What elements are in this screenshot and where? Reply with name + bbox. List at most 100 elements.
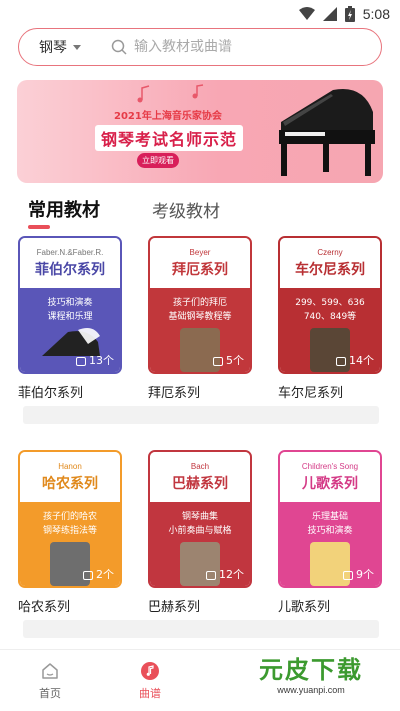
book-desc-line: 299、599、636 [295, 298, 365, 308]
book-cn-title: 儿歌系列 [302, 476, 358, 492]
book-en-title: Beyer [189, 248, 211, 257]
shelf [23, 406, 379, 424]
shelf [23, 620, 379, 638]
book-cover-bottom: 孩子们的拜厄 基础钢琴教程等 5个 [150, 288, 250, 372]
music-notes-icon [137, 84, 204, 103]
book-count-value: 2个 [96, 568, 114, 581]
book-cover-bottom: 乐理基础 技巧和演奏 9个 [280, 502, 380, 586]
book-card-title: 菲伯尔系列 [18, 386, 84, 401]
nav-home-label: 首页 [39, 686, 61, 700]
book-cover: Czerny 车尔尼系列 299、599、636 740、849等 14个 [278, 236, 382, 374]
book-card-beyer[interactable]: Beyer 拜厄系列 孩子们的拜厄 基础钢琴教程等 5个 拜厄系列 [148, 236, 252, 401]
book-row: Hanon 哈农系列 孩子们的哈农 钢琴练指法等 2个 哈农系列 Bach 巴赫… [18, 450, 384, 664]
nav-sheet-music-label: 曲谱 [139, 686, 161, 700]
book-cover: Beyer 拜厄系列 孩子们的拜厄 基础钢琴教程等 5个 [148, 236, 252, 374]
banner-tag: 立即观看 [137, 153, 179, 168]
book-desc-line: 基础钢琴教程等 [168, 312, 232, 322]
book-cover-top: Beyer 拜厄系列 [150, 238, 250, 288]
book-desc-line: 740、849等 [303, 312, 357, 322]
book-card-faber[interactable]: Faber.N.&Faber.R. 菲伯尔系列 技巧和演奏 课程和乐理 13个 … [18, 236, 122, 401]
book-card-title: 车尔尼系列 [278, 386, 344, 401]
book-cover-top: Bach 巴赫系列 [150, 452, 250, 502]
book-desc-line: 小前奏曲与赋格 [168, 526, 232, 536]
watermark-main: 元皮下载 [259, 656, 363, 684]
book-cover: Bach 巴赫系列 钢琴曲集 小前奏曲与赋格 12个 [148, 450, 252, 588]
search-input[interactable] [134, 39, 354, 55]
book-card-bach[interactable]: Bach 巴赫系列 钢琴曲集 小前奏曲与赋格 12个 巴赫系列 [148, 450, 252, 615]
book-count-value: 9个 [356, 568, 374, 581]
book-icon [343, 570, 353, 580]
book-grid: Faber.N.&Faber.R. 菲伯尔系列 技巧和演奏 课程和乐理 13个 … [18, 236, 384, 664]
book-count: 14个 [336, 354, 374, 368]
tab-grade[interactable]: 考级教材 [152, 197, 220, 222]
music-note-icon [141, 661, 159, 680]
search-icon [111, 39, 127, 55]
promo-banner[interactable]: 2021年上海音乐家协会 钢琴考试名师示范 立即观看 [17, 80, 383, 183]
book-count: 12个 [206, 568, 244, 582]
book-cover: Children's Song 儿歌系列 乐理基础 技巧和演奏 9个 [278, 450, 382, 588]
book-cover-bottom: 299、599、636 740、849等 14个 [280, 288, 380, 372]
book-count: 13个 [76, 354, 114, 368]
book-cover-bottom: 钢琴曲集 小前奏曲与赋格 12个 [150, 502, 250, 586]
book-desc-line: 技巧和演奏 [307, 526, 353, 536]
book-desc-line: 钢琴曲集 [181, 512, 218, 522]
banner-title: 钢琴考试名师示范 [95, 125, 244, 151]
book-desc-line: 孩子们的哈农 [42, 512, 97, 522]
book-cover-top: Faber.N.&Faber.R. 菲伯尔系列 [20, 238, 120, 288]
book-en-title: Children's Song [301, 462, 359, 471]
category-selector[interactable]: 钢琴 [19, 37, 111, 57]
book-card-czerny[interactable]: Czerny 车尔尼系列 299、599、636 740、849等 14个 车尔… [278, 236, 382, 401]
book-cn-title: 拜厄系列 [172, 262, 228, 278]
book-icon [76, 356, 86, 366]
watermark-logo: 元皮下载 www.yuanpi.com [236, 655, 386, 701]
category-label: 钢琴 [39, 40, 67, 56]
book-cover-top: Hanon 哈农系列 [20, 452, 120, 502]
book-card-title: 拜厄系列 [148, 386, 201, 401]
watermark-url: www.yuanpi.com [277, 685, 345, 695]
tab-common[interactable]: 常用教材 [28, 196, 100, 222]
book-row: Faber.N.&Faber.R. 菲伯尔系列 技巧和演奏 课程和乐理 13个 … [18, 236, 384, 450]
page: 5:08 钢琴 2021年上海音乐家协会 钢琴考试名师示范 立即观看 常用教 [0, 0, 400, 711]
book-desc-line: 技巧和演奏 [47, 298, 93, 308]
book-cover-top: Czerny 车尔尼系列 [280, 238, 380, 288]
book-cover: Faber.N.&Faber.R. 菲伯尔系列 技巧和演奏 课程和乐理 13个 [18, 236, 122, 374]
book-icon [336, 356, 346, 366]
nav-home[interactable]: 首页 [0, 650, 100, 711]
category-tabs: 常用教材 考级教材 [28, 196, 220, 222]
book-cover: Hanon 哈农系列 孩子们的哈农 钢琴练指法等 2个 [18, 450, 122, 588]
book-en-title: Hanon [58, 462, 82, 471]
book-desc-line: 孩子们的拜厄 [172, 298, 227, 308]
book-cover-top: Children's Song 儿歌系列 [280, 452, 380, 502]
book-card-title: 哈农系列 [18, 600, 71, 615]
book-cover-bottom: 孩子们的哈农 钢琴练指法等 2个 [20, 502, 120, 586]
book-cn-title: 菲伯尔系列 [35, 262, 105, 278]
book-card-hanon[interactable]: Hanon 哈农系列 孩子们的哈农 钢琴练指法等 2个 哈农系列 [18, 450, 122, 615]
book-en-title: Faber.N.&Faber.R. [36, 248, 104, 257]
book-count: 9个 [343, 568, 374, 582]
piano-illustration [279, 88, 375, 176]
book-count: 5个 [213, 354, 244, 368]
book-desc-line: 乐理基础 [311, 512, 348, 522]
book-icon [213, 356, 223, 366]
status-bar: 5:08 [0, 0, 400, 28]
book-count-value: 13个 [89, 354, 114, 367]
search-bar: 钢琴 [18, 28, 382, 66]
book-cn-title: 巴赫系列 [172, 476, 228, 492]
nav-sheet-music[interactable]: 曲谱 [100, 650, 200, 711]
book-desc-line: 钢琴练指法等 [42, 526, 97, 536]
book-count-value: 5个 [226, 354, 244, 367]
banner-year-text: 2021年上海音乐家协会 [114, 111, 222, 122]
book-cn-title: 哈农系列 [42, 476, 98, 492]
wifi-icon [298, 7, 315, 20]
book-card-title: 儿歌系列 [278, 600, 331, 615]
book-cn-title: 车尔尼系列 [295, 262, 365, 278]
book-card-childrens-song[interactable]: Children's Song 儿歌系列 乐理基础 技巧和演奏 9个 儿歌系列 [278, 450, 382, 615]
book-cover-bottom: 技巧和演奏 课程和乐理 13个 [20, 288, 120, 372]
book-card-title: 巴赫系列 [148, 600, 201, 615]
book-count: 2个 [83, 568, 114, 582]
status-time: 5:08 [362, 6, 390, 22]
book-en-title: Czerny [317, 248, 343, 257]
caret-down-icon [73, 44, 81, 50]
book-icon [83, 570, 93, 580]
home-icon [42, 662, 58, 679]
